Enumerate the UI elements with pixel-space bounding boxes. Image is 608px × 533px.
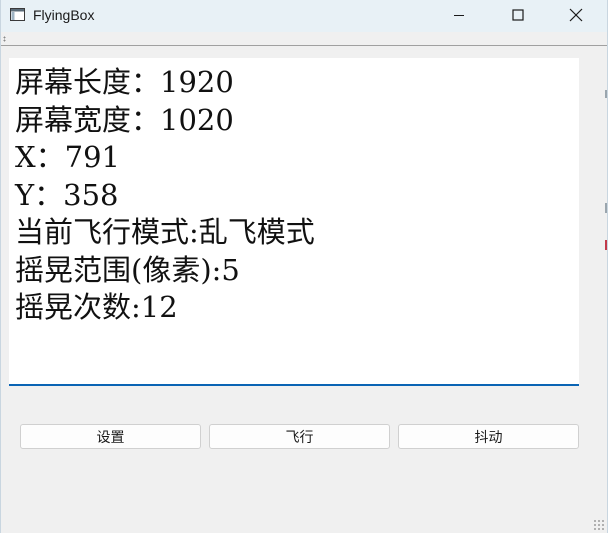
screen-width-line: 屏幕宽度：1020: [15, 102, 234, 137]
shake-button[interactable]: 抖动: [398, 424, 579, 449]
shake-range-line: 摇晃范围(像素):5: [15, 252, 240, 287]
x-coordinate-line: X：791: [15, 140, 120, 174]
info-text-area[interactable]: 屏幕长度：1920 屏幕宽度：1020 X：791 Y：358 当前飞行模式:乱…: [9, 58, 579, 386]
edge-marker: [605, 240, 607, 250]
shake-count-line: 摇晃次数:12: [15, 290, 178, 324]
maximize-button[interactable]: [495, 0, 541, 30]
window-title: FlyingBox: [33, 7, 95, 23]
close-button[interactable]: [553, 0, 599, 30]
edge-marker: [605, 203, 607, 213]
fly-button[interactable]: 飞行: [209, 424, 390, 449]
flight-mode-line: 当前飞行模式:乱飞模式: [15, 215, 315, 249]
toolbar-strip: [1, 32, 607, 46]
minimize-button[interactable]: [436, 0, 482, 30]
flyingbox-window: FlyingBox 屏幕长度：1920 屏幕宽度：1020 X：791 Y：35…: [0, 0, 608, 533]
toolbar-grip-icon[interactable]: [3, 36, 6, 42]
close-icon: [569, 8, 583, 22]
window-app-icon: [10, 8, 25, 21]
minimize-icon: [454, 15, 464, 16]
edge-marker: [605, 90, 607, 98]
resize-grip-icon[interactable]: [593, 519, 605, 531]
screen-length-line: 屏幕长度：1920: [15, 65, 234, 99]
settings-button[interactable]: 设置: [20, 424, 201, 449]
maximize-icon: [512, 9, 524, 21]
title-bar[interactable]: FlyingBox: [1, 0, 607, 32]
y-coordinate-line: Y：358: [15, 177, 119, 212]
